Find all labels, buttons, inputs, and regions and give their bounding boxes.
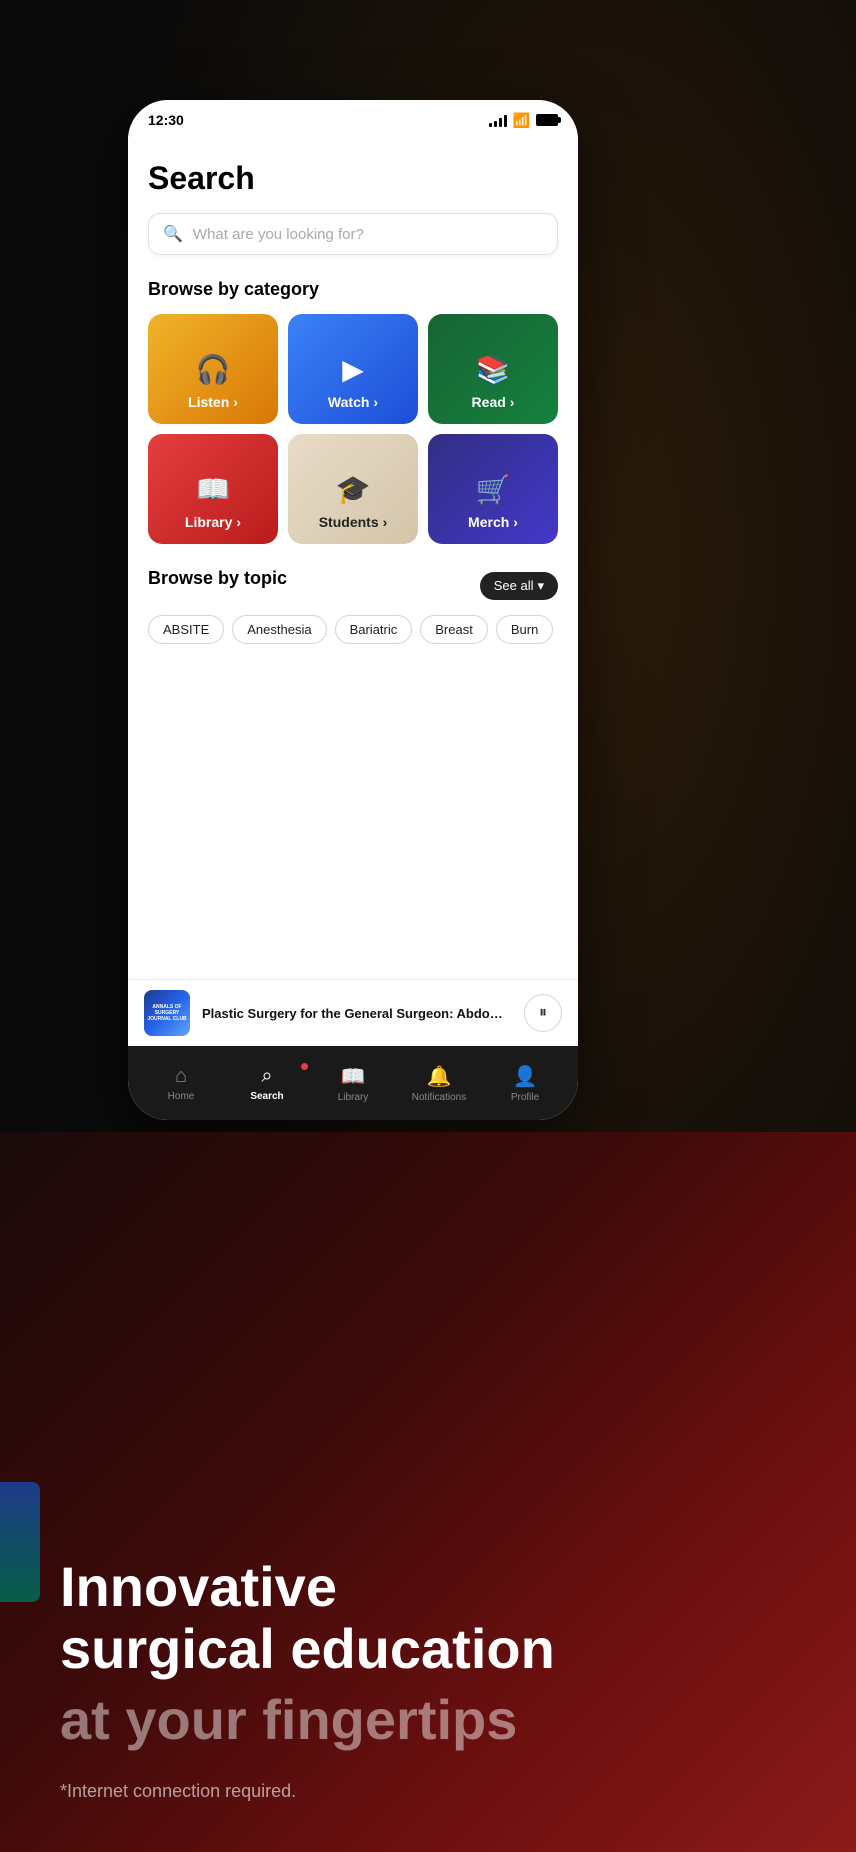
listen-label: Listen › [188,394,238,410]
signal-bars-icon [489,113,507,127]
status-time: 12:30 [148,112,184,128]
signal-bar-3 [499,118,502,127]
browse-category-heading: Browse by category [148,279,558,300]
topic-chip-absite[interactable]: ABSITE [148,615,224,644]
nav-item-notifications[interactable]: 🔔 Notifications [396,1064,482,1103]
home-icon: ⌂ [175,1065,187,1088]
chevron-down-icon: ▾ [537,578,544,594]
signal-bar-2 [494,121,497,127]
library-icon: 📖 [196,473,231,506]
signal-bar-1 [489,123,492,127]
page-title: Search [148,160,558,197]
profile-icon: 👤 [513,1064,538,1089]
now-playing-thumbnail: ANNALS OF SURGERY JOURNAL CLUB [144,990,190,1036]
students-label: Students › [319,514,388,530]
nav-label-home: Home [168,1091,195,1102]
marketing-line1: Innovative surgical education [60,1556,796,1679]
topic-chip-bariatric[interactable]: Bariatric [335,615,413,644]
search-nav-icon: ⌕ [261,1065,272,1088]
topic-chip-breast[interactable]: Breast [420,615,488,644]
status-icons: 📶 [489,112,558,129]
read-icon: 📚 [476,353,511,386]
read-label: Read › [472,394,515,410]
nav-item-home[interactable]: ⌂ Home [138,1065,224,1102]
library-nav-icon: 📖 [341,1064,366,1089]
app-content: Search 🔍 What are you looking for? Brows… [128,140,578,1120]
wifi-icon: 📶 [513,112,530,129]
category-listen-card[interactable]: 🎧 Listen › [148,314,278,424]
search-bar[interactable]: 🔍 What are you looking for? [148,213,558,255]
nav-item-search[interactable]: ⌕ Search [224,1065,310,1102]
search-input-placeholder: What are you looking for? [193,226,364,243]
signal-bar-4 [504,115,507,127]
students-icon: 🎓 [336,473,371,506]
library-label: Library › [185,514,241,530]
marketing-section: Innovative surgical education at your fi… [0,1132,856,1852]
battery-icon [536,114,558,126]
thumbnail-label: ANNALS OF SURGERY JOURNAL CLUB [147,1004,187,1022]
nav-label-profile: Profile [511,1092,539,1103]
see-all-button[interactable]: See all ▾ [480,572,558,600]
search-notification-dot [301,1063,308,1070]
merch-label: Merch › [468,514,518,530]
category-grid: 🎧 Listen › ▶ Watch › 📚 [148,314,558,544]
marketing-line3: at your fingertips [60,1689,796,1751]
topic-section: Browse by topic See all ▾ ABSITE Anesthe… [148,568,558,644]
phone-frame: 12:30 📶 Search 🔍 What are you looking fo… [128,100,578,1120]
pause-button[interactable]: ⏸ [524,994,562,1032]
topic-chip-anesthesia[interactable]: Anesthesia [232,615,326,644]
listen-icon: 🎧 [196,353,231,386]
notifications-icon: 🔔 [427,1064,452,1089]
topic-header: Browse by topic See all ▾ [148,568,558,603]
browse-topic-heading: Browse by topic [148,568,287,589]
scroll-content: Search 🔍 What are you looking for? Brows… [128,140,578,979]
now-playing-info: Plastic Surgery for the General Surgeon:… [202,1006,512,1021]
category-merch-card[interactable]: 🛒 Merch › [428,434,558,544]
now-playing-title: Plastic Surgery for the General Surgeon:… [202,1006,512,1021]
bottom-nav: ⌂ Home ⌕ Search 📖 Library 🔔 Notification… [128,1046,578,1120]
nav-label-search: Search [250,1091,283,1102]
topic-chip-burn[interactable]: Burn [496,615,553,644]
merch-icon: 🛒 [476,473,511,506]
topic-chips: ABSITE Anesthesia Bariatric Breast Burn [148,615,558,644]
marketing-note: *Internet connection required. [60,1781,796,1802]
category-library-card[interactable]: 📖 Library › [148,434,278,544]
status-bar: 12:30 📶 [128,100,578,140]
nav-label-library: Library [338,1092,369,1103]
category-read-card[interactable]: 📚 Read › [428,314,558,424]
nav-item-library[interactable]: 📖 Library [310,1064,396,1103]
watch-label: Watch › [328,394,378,410]
nav-label-notifications: Notifications [412,1092,466,1103]
watch-icon: ▶ [342,353,364,386]
category-students-card[interactable]: 🎓 Students › [288,434,418,544]
now-playing-bar[interactable]: ANNALS OF SURGERY JOURNAL CLUB Plastic S… [128,979,578,1046]
nav-item-profile[interactable]: 👤 Profile [482,1064,568,1103]
category-watch-card[interactable]: ▶ Watch › [288,314,418,424]
left-thumbnail [0,1482,40,1602]
search-icon: 🔍 [163,224,183,244]
